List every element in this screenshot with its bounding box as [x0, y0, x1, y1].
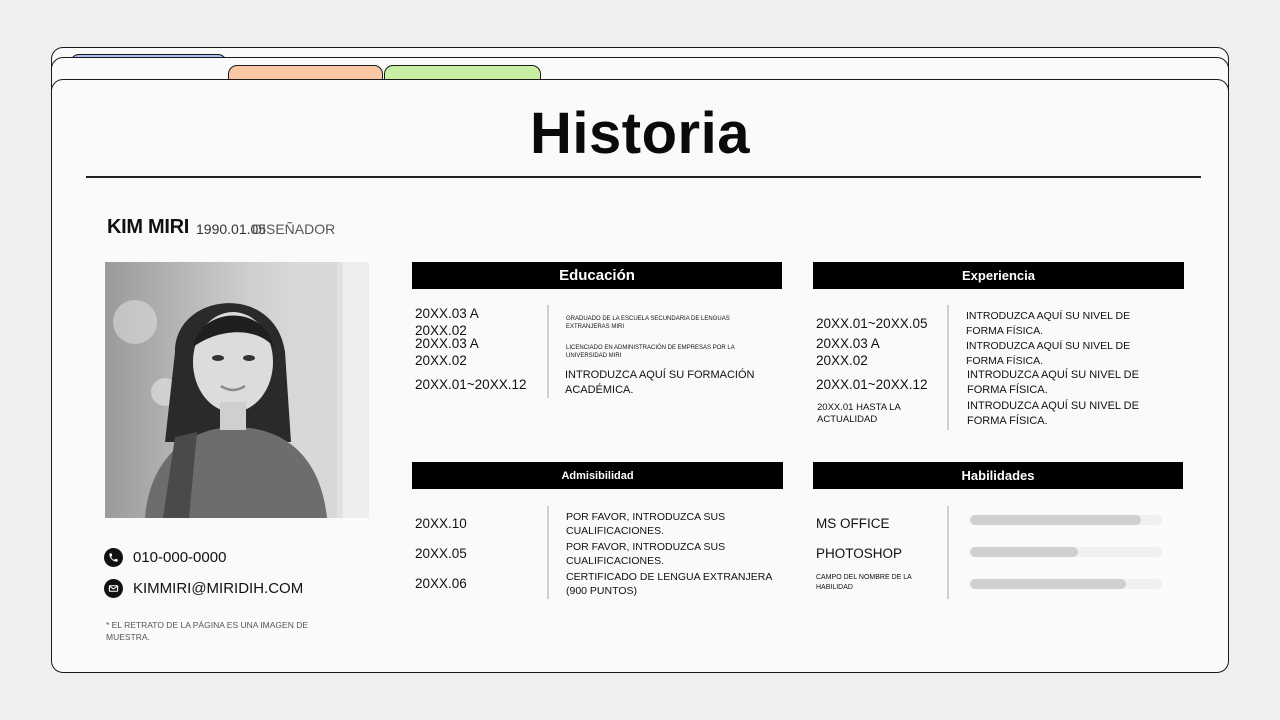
education-date: 20XX.03 A 20XX.02 — [415, 306, 479, 338]
skill-name: PHOTOSHOP — [816, 546, 903, 561]
education-item: GRADUADO DE LA ESCUELA SECUNDARIA DE LEN… — [566, 316, 730, 330]
profile-name: KIM MIRI — [107, 216, 190, 238]
title-divider — [86, 176, 1201, 178]
skill-level-bar — [970, 547, 1162, 557]
education-date: 20XX.01~20XX.12 — [415, 377, 527, 392]
education-item: LICENCIADO EN ADMINISTRACIÓN DE EMPRESAS… — [566, 345, 735, 359]
experience-date: 20XX.01 HASTA LA ACTUALIDAD — [817, 402, 901, 425]
eligibility-date: 20XX.05 — [415, 546, 467, 561]
phone-icon — [104, 548, 123, 567]
portrait-image — [105, 262, 369, 518]
experience-item: INTRODUZCA AQUÍ SU NIVEL DE FORMA FÍSICA… — [966, 310, 1131, 337]
skill-level-bar — [970, 579, 1162, 589]
mail-icon — [104, 579, 123, 598]
experience-date: 20XX.01~20XX.12 — [816, 377, 928, 392]
skill-level-bar — [970, 515, 1162, 525]
eligibility-item: CERTIFICADO DE LENGUA EXTRANJERA (900 PU… — [566, 571, 772, 597]
skill-level-fill — [970, 579, 1126, 589]
experience-divider — [947, 305, 949, 430]
experience-item: INTRODUZCA AQUÍ SU NIVEL DE FORMA FÍSICA… — [966, 340, 1131, 367]
email-text: KIMMIRI@MIRIDIH.COM — [133, 580, 304, 597]
eligibility-date: 20XX.06 — [415, 576, 467, 591]
skills-header: Habilidades — [813, 462, 1183, 489]
contact-email: KIMMIRI@MIRIDIH.COM — [104, 579, 303, 598]
skill-level-fill — [970, 515, 1141, 525]
profile-role: DISEÑADOR — [252, 221, 336, 237]
experience-item: INTRODUZCA AQUÍ SU NIVEL DE FORMA FÍSICA… — [967, 369, 1139, 396]
experience-header: Experiencia — [813, 262, 1184, 289]
contact-phone: 010-000-0000 — [104, 548, 226, 567]
eligibility-header: Admisibilidad — [412, 462, 783, 489]
photo-disclaimer: * EL RETRATO DE LA PÁGINA ES UNA IMAGEN … — [106, 620, 309, 642]
education-header: Educación — [412, 262, 782, 289]
education-divider — [547, 305, 549, 398]
eligibility-divider — [547, 506, 549, 599]
profile-photo — [105, 262, 369, 518]
experience-item: INTRODUZCA AQUÍ SU NIVEL DE FORMA FÍSICA… — [967, 400, 1139, 427]
skill-name: CAMPO DEL NOMBRE DE LA HABILIDAD — [816, 574, 912, 591]
education-date: 20XX.03 A 20XX.02 — [415, 336, 479, 368]
education-item: INTRODUZCA AQUÍ SU FORMACIÓN ACADÉMICA. — [565, 369, 755, 396]
phone-text: 010-000-0000 — [133, 549, 227, 566]
experience-date: 20XX.03 A 20XX.02 — [816, 336, 880, 368]
experience-date: 20XX.01~20XX.05 — [816, 316, 928, 331]
skill-name: MS OFFICE — [816, 516, 890, 531]
page-title: Historia — [530, 101, 750, 166]
skills-divider — [947, 506, 949, 599]
eligibility-date: 20XX.10 — [415, 516, 467, 531]
eligibility-item: POR FAVOR, INTRODUZCA SUS CUALIFICACIONE… — [566, 541, 726, 567]
skill-level-fill — [970, 547, 1078, 557]
eligibility-item: POR FAVOR, INTRODUZCA SUS CUALIFICACIONE… — [566, 511, 726, 537]
